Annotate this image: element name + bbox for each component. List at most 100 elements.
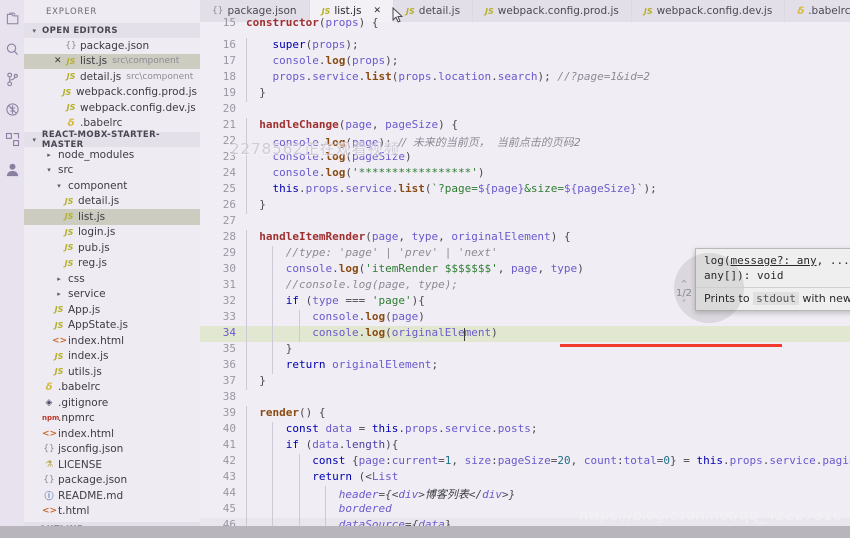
code-line[interactable]: 43 return (<List bbox=[200, 470, 850, 486]
file-type-icon: <> bbox=[42, 506, 58, 517]
account-icon[interactable] bbox=[2, 154, 22, 184]
open-editor-name: list.js bbox=[80, 55, 108, 68]
file-type-icon: {} bbox=[212, 6, 224, 16]
code-line-text: bordered bbox=[338, 502, 392, 515]
code-line[interactable]: 40 const data = this.props.service.posts… bbox=[200, 422, 850, 438]
file-tree-item[interactable]: JS App.js bbox=[24, 302, 200, 318]
open-editor-path: src\component bbox=[112, 56, 180, 67]
file-tree-item[interactable]: ⚗ LICENSE bbox=[24, 457, 200, 473]
file-type-icon: JS bbox=[643, 6, 653, 16]
code-line[interactable]: 18 props.service.list(props.location.sea… bbox=[200, 70, 850, 86]
csdn-watermark: https://blog.csdn.net/qq_42227818 bbox=[578, 506, 842, 524]
source-control-icon[interactable] bbox=[2, 64, 22, 94]
code-line-text: } bbox=[285, 342, 293, 355]
line-number: 44 bbox=[222, 486, 236, 499]
file-tree-item[interactable]: JS utils.js bbox=[24, 364, 200, 380]
file-type-icon: JS bbox=[321, 6, 331, 16]
code-line[interactable]: 38 bbox=[200, 390, 850, 406]
code-line[interactable]: 25 this.props.service.list(`?page=${page… bbox=[200, 182, 850, 198]
open-editor-name: .babelrc bbox=[80, 117, 123, 130]
file-tree-item[interactable]: ⓘ README.md bbox=[24, 488, 200, 504]
open-editor-item[interactable]: δ .babelrc bbox=[24, 116, 200, 132]
code-line[interactable]: 27 bbox=[200, 214, 850, 230]
code-line[interactable]: 42 const {page:current=1, size:pageSize=… bbox=[200, 454, 850, 470]
file-tree-item[interactable]: JS AppState.js bbox=[24, 318, 200, 334]
code-line[interactable]: 16 super(props); bbox=[200, 38, 850, 54]
file-type-icon: {} bbox=[65, 40, 77, 51]
open-editor-item[interactable]: JS detail.js src\component bbox=[24, 69, 200, 85]
code-line[interactable]: 17 console.log(props); bbox=[200, 54, 850, 70]
file-tree-item[interactable]: ▾ src bbox=[24, 163, 200, 179]
project-header[interactable]: ▾ REACT-MOBX-STARTER-MASTER bbox=[24, 130, 200, 150]
file-tree-item-label: package.json bbox=[58, 474, 128, 487]
code-line[interactable]: 41 if (data.length){ bbox=[200, 438, 850, 454]
hover-nav-counter[interactable]: ^ 1/2 ˅ bbox=[672, 279, 696, 308]
file-tree-item[interactable]: JS index.js bbox=[24, 349, 200, 365]
code-line[interactable]: 34 console.log(originalElement) bbox=[200, 326, 850, 342]
file-tree-item[interactable]: npm .npmrc bbox=[24, 411, 200, 427]
code-line[interactable]: 28 handleItemRender(page, type, original… bbox=[200, 230, 850, 246]
line-number: 15 bbox=[222, 16, 236, 29]
open-editor-item[interactable]: JS webpack.config.prod.js bbox=[24, 85, 200, 101]
hover-sig-pre: log( bbox=[704, 254, 731, 267]
file-tree-item[interactable]: JS detail.js bbox=[24, 194, 200, 210]
file-tree-item[interactable]: {} package.json bbox=[24, 473, 200, 489]
file-tree-item[interactable]: {} jsconfig.json bbox=[24, 442, 200, 458]
code-line-text: const data = this.props.service.posts; bbox=[285, 422, 538, 435]
code-line[interactable]: 33 console.log(page) bbox=[200, 310, 850, 326]
line-number: 33 bbox=[222, 310, 236, 323]
live-watermark: 2278562正在观看视频 bbox=[230, 140, 400, 158]
code-line[interactable]: 15 constructor(props) { bbox=[200, 16, 850, 32]
file-tree-item[interactable]: ▸ node_modules bbox=[24, 147, 200, 163]
code-line[interactable]: 21 handleChange(page, pageSize) { bbox=[200, 118, 850, 134]
extensions-icon[interactable] bbox=[2, 124, 22, 154]
file-tree-item[interactable]: ▸ service bbox=[24, 287, 200, 303]
code-line[interactable]: 39 render() { bbox=[200, 406, 850, 422]
close-icon[interactable]: ✕ bbox=[54, 56, 62, 66]
file-tree-item[interactable]: JS pub.js bbox=[24, 240, 200, 256]
open-editor-item[interactable]: JS webpack.config.dev.js bbox=[24, 100, 200, 116]
file-type-icon: JS bbox=[54, 320, 64, 330]
editor-area: {} package.json JS list.js ✕ JS detail.js JS web… bbox=[200, 0, 850, 538]
file-type-icon: JS bbox=[485, 6, 494, 16]
explorer-icon[interactable] bbox=[2, 4, 22, 34]
search-icon[interactable] bbox=[2, 34, 22, 64]
file-tree-item[interactable]: δ .babelrc bbox=[24, 380, 200, 396]
code-line[interactable]: 26 } bbox=[200, 198, 850, 214]
line-number: 42 bbox=[222, 454, 236, 467]
file-tree-item[interactable]: JS list.js bbox=[24, 209, 200, 225]
file-type-icon: δ bbox=[67, 117, 75, 129]
line-number: 28 bbox=[222, 230, 236, 243]
code-line[interactable]: 36 return originalElement; bbox=[200, 358, 850, 374]
file-tree-item[interactable]: ▾ component bbox=[24, 178, 200, 194]
hover-doc-pre: Prints to bbox=[704, 292, 754, 305]
code-line-text: constructor(props) { bbox=[246, 16, 379, 29]
file-type-icon: JS bbox=[66, 72, 76, 82]
code-line[interactable]: 37 } bbox=[200, 374, 850, 390]
file-tree-item[interactable]: ◈ .gitignore bbox=[24, 395, 200, 411]
file-tree-item[interactable]: <> index.html bbox=[24, 426, 200, 442]
code-line[interactable]: 20 bbox=[200, 102, 850, 118]
code-line[interactable]: 24 console.log('*****************') bbox=[200, 166, 850, 182]
close-icon[interactable]: ✕ bbox=[374, 6, 382, 16]
file-tree-item[interactable]: <> t.html bbox=[24, 504, 200, 520]
file-tree-item[interactable]: ▸ css bbox=[24, 271, 200, 287]
file-tree-item[interactable]: <> index.html bbox=[24, 333, 200, 349]
code-line[interactable]: 19 } bbox=[200, 86, 850, 102]
code-line[interactable]: 44 header={<div>博客列表</div>} bbox=[200, 486, 850, 502]
file-tree-item[interactable]: JS reg.js bbox=[24, 256, 200, 272]
code-line-text: //console.log(page, type); bbox=[285, 278, 458, 291]
open-editor-item[interactable]: ✕ JS list.js src\component bbox=[24, 53, 200, 69]
open-editor-item[interactable]: {} package.json bbox=[24, 38, 200, 54]
file-tree-item-label: reg.js bbox=[78, 257, 107, 270]
file-type-icon: JS bbox=[64, 243, 74, 253]
hover-doc: Prints to stdout with newline. bbox=[696, 288, 850, 310]
file-tree-item-label: jsconfig.json bbox=[58, 443, 124, 456]
code-line-text: } bbox=[259, 86, 266, 99]
file-tree-item-label: index.html bbox=[68, 334, 124, 347]
open-editors-header[interactable]: ▾ OPEN EDITORS bbox=[24, 23, 200, 38]
file-tree-item[interactable]: JS login.js bbox=[24, 225, 200, 241]
explorer-sidebar: EXPLORER ▾ OPEN EDITORS {} package.json ✕ J… bbox=[24, 0, 200, 538]
debug-icon[interactable] bbox=[2, 94, 22, 124]
line-number: 21 bbox=[222, 118, 236, 131]
